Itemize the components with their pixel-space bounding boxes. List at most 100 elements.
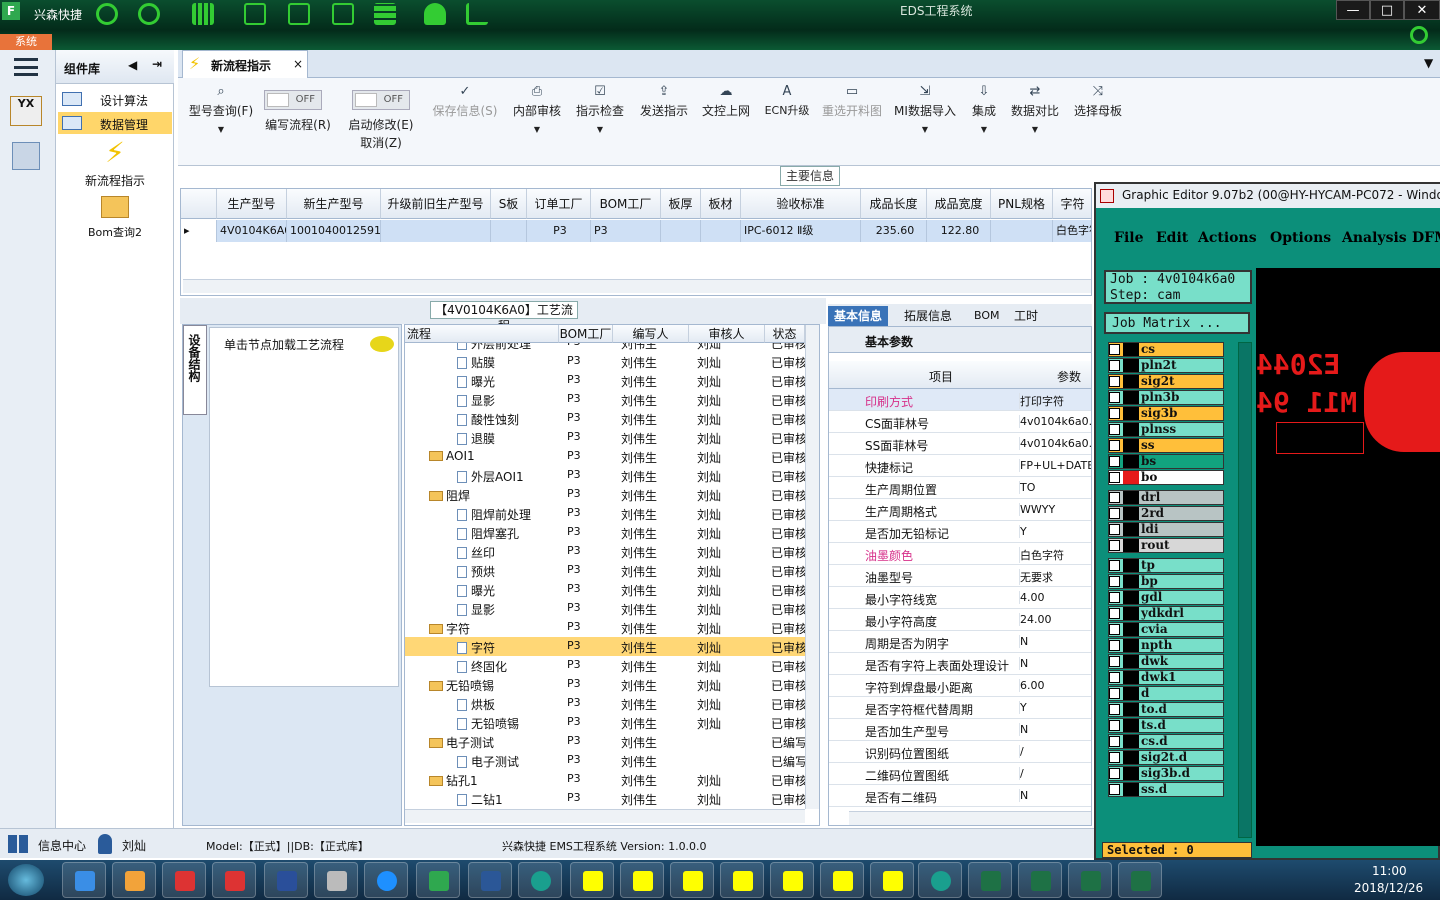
property-row[interactable]: 油墨颜色 白色字符 (829, 543, 1091, 565)
vertical-scrollbar[interactable] (805, 325, 819, 809)
load-process-box[interactable]: 单击节点加载工艺流程 (209, 327, 399, 687)
reselect-cutting-button[interactable]: ▭ 重选开料图 (820, 84, 884, 119)
taskbar-app[interactable] (870, 862, 914, 898)
grid-cell[interactable]: 235.60 (861, 220, 927, 242)
layer-checkbox[interactable] (1109, 360, 1120, 371)
tree-row[interactable]: 电子测试 P3 刘伟生 已编写 (405, 732, 805, 751)
tree-header[interactable]: BOM工厂 (559, 325, 613, 343)
tree-header[interactable]: 流程 (405, 325, 559, 343)
calculator-icon[interactable] (12, 142, 40, 170)
grid-header[interactable]: 字符 (1053, 189, 1091, 219)
layer-pln2t[interactable]: pln2t (1108, 358, 1224, 373)
taskbar-app[interactable] (670, 862, 714, 898)
taskbar-app[interactable] (162, 862, 206, 898)
layer-checkbox[interactable] (1109, 752, 1120, 763)
factory-icon[interactable]: YX (10, 96, 42, 126)
grid-header[interactable]: PNL规格 (991, 189, 1053, 219)
horizontal-scrollbar[interactable] (849, 811, 1091, 825)
phone-icon[interactable] (1410, 26, 1428, 44)
maximize-button[interactable]: □ (1370, 0, 1404, 20)
ecn-upgrade-button[interactable]: A ECN升级 (760, 84, 814, 118)
tree-row[interactable]: 字符 P3 刘伟生 刘灿 已审核 (405, 637, 805, 656)
layer-checkbox[interactable] (1109, 560, 1120, 571)
layer-drl[interactable]: drl (1108, 490, 1224, 505)
property-row[interactable]: 最小字符高度 24.00 (829, 609, 1091, 631)
tree-row[interactable]: 酸性蚀刻 P3 刘伟生 刘灿 已审核 (405, 409, 805, 428)
model-query-button[interactable]: ⌕ 型号查询(F) ▼ (184, 84, 258, 134)
layer-ss[interactable]: ss (1108, 438, 1224, 453)
tree-row[interactable]: 外层前处理 P3 刘伟生 刘灿 已审核 (405, 343, 805, 352)
layer-checkbox[interactable] (1109, 344, 1120, 355)
layer-checkbox[interactable] (1109, 576, 1120, 587)
taskbar-app[interactable] (62, 862, 106, 898)
bom-query-action[interactable]: Bom查询2 (56, 196, 174, 240)
grid-cell[interactable]: 122.80 (927, 220, 991, 242)
grid-header[interactable]: 验收标准 (741, 189, 861, 219)
menu-analysis[interactable]: Analysis (1342, 230, 1407, 246)
property-row[interactable]: 周期是否为阴字 N (829, 631, 1091, 653)
taskbar-app[interactable] (620, 862, 664, 898)
menu-dfm[interactable]: DFM (1412, 230, 1440, 246)
select-motherboard-button[interactable]: ⤨ 选择母板 (1070, 84, 1126, 119)
horizontal-scrollbar[interactable] (405, 809, 805, 823)
property-row[interactable]: CS面菲林号 4v0104k6a0.t (829, 411, 1091, 433)
tree-row[interactable]: 终固化 P3 刘伟生 刘灿 已审核 (405, 656, 805, 675)
layer-checkbox[interactable] (1109, 492, 1120, 503)
layer-checkbox[interactable] (1109, 456, 1120, 467)
tree-header[interactable]: 状态 (765, 325, 805, 343)
tab-basic-info[interactable]: 基本信息 (828, 306, 889, 326)
chart-icon[interactable] (466, 3, 488, 25)
sidebar-item-data-management[interactable]: 数据管理 (58, 112, 172, 134)
integrate-button[interactable]: ⇩ 集成 ▼ (966, 84, 1002, 134)
tree-header[interactable]: 编写人 (613, 325, 689, 343)
horizontal-scrollbar[interactable] (183, 279, 1091, 293)
sidebar-item-design-algorithm[interactable]: 设计算法 (58, 88, 172, 110)
taskbar-app[interactable] (364, 862, 408, 898)
layer-checkbox[interactable] (1109, 656, 1120, 667)
pin-icon[interactable]: ⇥ (152, 57, 162, 71)
grid-cell[interactable] (491, 220, 527, 242)
layer-scrollbar[interactable] (1238, 342, 1252, 838)
collapse-left-icon[interactable]: ◀ (128, 58, 137, 72)
tree-row[interactable]: 贴膜 P3 刘伟生 刘灿 已审核 (405, 352, 805, 371)
tree-row[interactable]: 曝光 P3 刘伟生 刘灿 已审核 (405, 580, 805, 599)
taskbar-app[interactable] (570, 862, 614, 898)
tree-row[interactable]: 阻焊 P3 刘伟生 刘灿 已审核 (405, 485, 805, 504)
tree-row[interactable]: 二钻1 P3 刘伟生 刘灿 已审核 (405, 789, 805, 807)
tree-row[interactable]: 字符 P3 刘伟生 刘灿 已审核 (405, 618, 805, 637)
cancel-edit-label[interactable]: 取消(Z) (344, 134, 418, 151)
layer-npth[interactable]: npth (1108, 638, 1224, 653)
tree-row[interactable]: AOI1 P3 刘伟生 刘灿 已审核 (405, 447, 805, 466)
tree-row[interactable]: 丝印 P3 刘伟生 刘灿 已审核 (405, 542, 805, 561)
grid-cell[interactable]: IPC-6012 Ⅱ级 (741, 220, 861, 242)
system-tab[interactable]: 系统 (0, 34, 52, 50)
layer-bs[interactable]: bs (1108, 454, 1224, 469)
grid-cell[interactable] (701, 220, 741, 242)
grid-cell[interactable] (381, 220, 491, 242)
tree-row[interactable]: 预烘 P3 刘伟生 刘灿 已审核 (405, 561, 805, 580)
start-button[interactable] (8, 864, 44, 896)
layer-sig3b[interactable]: sig3b (1108, 406, 1224, 421)
internal-review-button[interactable]: ⎙ 内部审核 ▼ (508, 84, 566, 134)
taskbar-app[interactable] (968, 862, 1012, 898)
taskbar-app[interactable] (468, 862, 512, 898)
grid-header[interactable]: 成品宽度 (927, 189, 991, 219)
tree-row[interactable]: 无铅喷锡 P3 刘伟生 刘灿 已审核 (405, 713, 805, 732)
info-center[interactable]: 信息中心 (38, 837, 86, 854)
layer-plnss[interactable]: plnss (1108, 422, 1224, 437)
grid-cell[interactable] (661, 220, 701, 242)
grid-header[interactable]: 新生产型号 (287, 189, 381, 219)
tree-row[interactable]: 曝光 P3 刘伟生 刘灿 已审核 (405, 371, 805, 390)
taskbar-app[interactable] (770, 862, 814, 898)
property-row[interactable]: 快捷标记 FP+UL+DATECO (829, 455, 1091, 477)
grid-header[interactable]: BOM工厂 (591, 189, 661, 219)
property-row[interactable]: 是否有字符上表面处理设计 N (829, 653, 1091, 675)
property-row[interactable]: 是否加无铅标记 Y (829, 521, 1091, 543)
taskbar-app[interactable] (820, 862, 864, 898)
layer-checkbox[interactable] (1109, 688, 1120, 699)
tree-row[interactable]: 退膜 P3 刘伟生 刘灿 已审核 (405, 428, 805, 447)
property-row[interactable]: SS面菲林号 4v0104k6a0.b (829, 433, 1091, 455)
tab-extended-info[interactable]: 拓展信息 (898, 306, 958, 326)
layer-to-d[interactable]: to.d (1108, 702, 1224, 717)
layer-checkbox[interactable] (1109, 472, 1120, 483)
